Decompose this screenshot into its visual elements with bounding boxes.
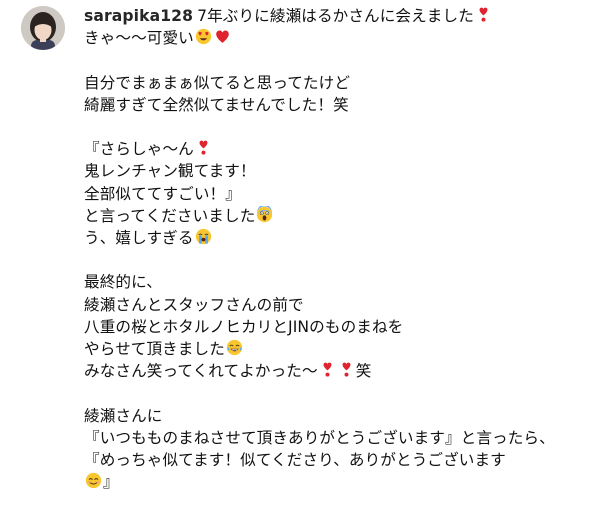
instagram-comment: sarapika128 7年ぶりに綾瀬はるかさんに会えました きゃ〜〜可愛い 自分…	[0, 0, 616, 523]
avatar[interactable]	[21, 6, 65, 50]
caption-text: みなさん笑ってくれてよかった〜	[84, 362, 318, 381]
caption-text: きゃ〜〜可愛い	[84, 29, 194, 48]
heavy-heart-exclamation-icon	[195, 139, 212, 156]
caption-line: 全部似ててすごい！』	[84, 184, 241, 203]
caption-line: 『さらしゃ〜ん	[84, 138, 609, 160]
face-screaming-in-fear-icon	[256, 205, 273, 223]
caption-line: 綾瀬さんとスタッフさんの前で	[84, 295, 304, 314]
caption-text: やらせて頂きました	[84, 340, 225, 358]
smiling-face-with-heart-eyes-icon	[195, 28, 212, 45]
caption-line: 綺麗すぎて全然似てませんでした！笑	[84, 95, 349, 114]
caption-line: と言ってくださいました	[84, 205, 609, 227]
caption-line: 自分でまぁまぁ似てると思ってたけど	[84, 73, 351, 92]
heavy-heart-exclamation-icon	[319, 361, 336, 378]
caption-text: 7年ぶりに綾瀬はるかさんに会えました	[197, 7, 474, 25]
heavy-heart-exclamation-icon	[475, 6, 492, 23]
smiling-face-with-smiling-eyes-icon	[85, 472, 102, 489]
heavy-heart-exclamation-icon	[338, 361, 355, 378]
caption-line: きゃ〜〜可愛い	[84, 27, 609, 49]
red-heart-icon	[214, 28, 231, 45]
caption-line: 』	[84, 471, 609, 493]
caption-text: 『さらしゃ〜ん	[84, 140, 194, 159]
caption-line: 八重の桜とホタルノヒカリとJINのものまねを	[84, 317, 404, 336]
caption-line: 『いつもものまねさせて頂きありがとうございます』と言ったら、	[84, 428, 555, 447]
face-with-tears-of-joy-icon	[226, 339, 243, 356]
caption-text: 』	[103, 473, 119, 492]
loudly-crying-face-icon	[195, 228, 212, 245]
caption-line: sarapika128 7年ぶりに綾瀬はるかさんに会えました	[84, 5, 609, 27]
caption-line: みなさん笑ってくれてよかった〜 笑	[84, 360, 609, 382]
caption-line: やらせて頂きました	[84, 338, 609, 360]
caption-line: 鬼レンチャン観てます！	[84, 162, 256, 181]
caption-text: 笑	[355, 362, 372, 381]
username-link[interactable]: sarapika128	[84, 7, 193, 25]
caption-line: 綾瀬さんに	[84, 406, 163, 425]
caption-line: う、嬉しすぎる	[84, 227, 609, 249]
comment-text: sarapika128 7年ぶりに綾瀬はるかさんに会えました きゃ〜〜可愛い 自分…	[84, 5, 609, 493]
caption-line: 『めっちゃ似てます！似てくださり、ありがとうございます	[84, 451, 506, 469]
caption-text: う、嬉しすぎる	[84, 229, 194, 247]
caption-line: 最終的に、	[84, 273, 163, 292]
caption-text: と言ってくださいました	[84, 206, 256, 225]
